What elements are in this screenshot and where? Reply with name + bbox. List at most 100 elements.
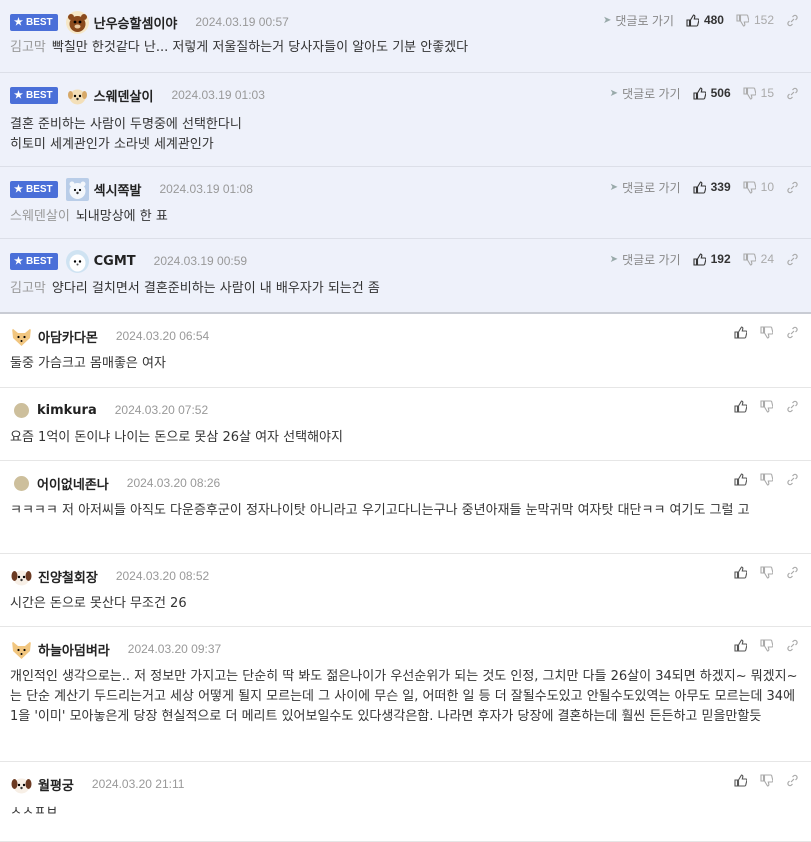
seal-icon[interactable]: [65, 249, 89, 273]
comment-text: ㅅㅅㅍㅂ: [10, 804, 58, 819]
link-icon[interactable]: [786, 326, 799, 339]
thumbs-up-icon: [693, 86, 706, 100]
comment-text: ㅋㅋㅋㅋ 저 아저씨들 아직도 다운증후군이 정자나이탓 아니라고 우기고다니는…: [10, 503, 750, 518]
nickname[interactable]: 진양철회장: [38, 567, 98, 586]
comment-date: 2024.03.20 08:52: [115, 569, 210, 583]
go-to-reply-link[interactable]: ➤ 댓글로 가기: [610, 179, 681, 196]
thumbs-down-icon[interactable]: [760, 400, 773, 413]
best-comment: ★ BEST 스웨덴살이 2024.03.19 01:03 ➤ 댓글로 가기 506…: [0, 73, 811, 167]
comment-text: 빡칠만 한것같다 난... 저렇게 저울질하는거 당사자들이 알아도 기분 안좋…: [51, 40, 469, 55]
nickname[interactable]: 어이없네존나: [37, 474, 109, 493]
thumbs-up-icon[interactable]: [734, 473, 747, 486]
fox-icon[interactable]: [10, 324, 33, 348]
comment: kimkura 2024.03.20 07:52 요즘 1억이 돈이냐 나이는 …: [0, 388, 811, 461]
link-icon[interactable]: [786, 400, 799, 413]
comment-date: 2024.03.20 09:37: [127, 642, 222, 656]
thumbs-down-icon: [743, 86, 756, 100]
downvote-button[interactable]: 10: [743, 180, 774, 194]
thumbs-up-icon[interactable]: [734, 639, 747, 652]
comment: 어이없네존나 2024.03.20 08:26 ㅋㅋㅋㅋ 저 아저씨들 아직도 …: [0, 461, 811, 554]
downvote-button[interactable]: 15: [743, 86, 774, 100]
nickname[interactable]: 월평궁: [38, 775, 74, 794]
upvote-button[interactable]: 506: [693, 86, 731, 100]
comment-date: 2024.03.20 06:54: [115, 329, 210, 343]
upvote-button[interactable]: 192: [693, 252, 731, 266]
send-icon: ➤: [609, 87, 619, 99]
nickname[interactable]: CGMT: [94, 254, 136, 269]
dog-icon[interactable]: [65, 83, 89, 107]
star-icon: ★: [14, 89, 23, 101]
thumbs-down-icon[interactable]: [760, 326, 773, 339]
comment-date: 2024.03.19 00:57: [195, 15, 289, 29]
best-comment: ★ BEST 난우승할셈이야 2024.03.19 00:57 ➤ 댓글로 가기 4…: [0, 0, 811, 73]
fox-icon[interactable]: [10, 637, 33, 661]
downvote-button[interactable]: 24: [743, 252, 774, 266]
comment-text: 결혼 준비하는 사람이 두명중에 선택한다니 히토미 세계관인가 소라넷 세계관…: [10, 117, 242, 152]
thumbs-down-icon: [736, 13, 749, 27]
comment-date: 2024.03.19 01:08: [159, 182, 253, 196]
nickname[interactable]: 아담카다몬: [38, 327, 98, 346]
link-icon[interactable]: [786, 473, 799, 486]
link-icon[interactable]: [786, 566, 799, 579]
mention[interactable]: 김고막: [10, 281, 46, 296]
comment-text: 요즘 1억이 돈이냐 나이는 돈으로 못삼 26살 여자 선택해야지: [10, 430, 343, 445]
thumbs-up-icon: [686, 13, 699, 27]
link-icon[interactable]: [786, 639, 799, 652]
link-icon[interactable]: [786, 253, 799, 266]
comment-text: 양다리 걸치면서 결혼준비하는 사람이 내 배우자가 되는건 좀: [51, 281, 380, 296]
comment: 진양철회장 2024.03.20 08:52 시간은 돈으로 못산다 무조건 2…: [0, 554, 811, 627]
go-to-reply-link[interactable]: ➤ 댓글로 가기: [610, 85, 681, 102]
thumbs-up-icon[interactable]: [734, 326, 747, 339]
downvote-button[interactable]: 152: [736, 13, 774, 27]
nickname[interactable]: 하늘아덤벼라: [38, 640, 110, 659]
link-icon[interactable]: [786, 14, 799, 27]
thumbs-down-icon[interactable]: [760, 566, 773, 579]
nickname[interactable]: 섹시쪽발: [94, 180, 142, 199]
star-icon: ★: [14, 16, 23, 28]
nickname[interactable]: 스웨덴살이: [94, 86, 154, 105]
comment-date: 2024.03.20 07:52: [114, 403, 209, 417]
thumbs-up-icon: [693, 252, 706, 266]
star-icon: ★: [14, 255, 23, 267]
thumbs-up-icon[interactable]: [734, 774, 747, 787]
comment-date: 2024.03.19 00:59: [153, 254, 248, 268]
bear-icon[interactable]: [65, 10, 89, 34]
link-icon[interactable]: [786, 87, 799, 100]
avatar[interactable]: [14, 402, 29, 418]
upvote-button[interactable]: 480: [686, 13, 724, 27]
nickname[interactable]: 난우승할셈이야: [94, 13, 178, 32]
mention[interactable]: 김고막: [10, 40, 46, 55]
go-to-reply-link[interactable]: ➤ 댓글로 가기: [603, 12, 674, 29]
thumbs-down-icon[interactable]: [760, 774, 773, 787]
comment: 아담카다몬 2024.03.20 06:54 둘중 가슴크고 몸매좋은 여자: [0, 314, 811, 388]
best-badge: ★ BEST: [10, 180, 58, 198]
best-badge: ★ BEST: [10, 252, 58, 270]
upvote-button[interactable]: 339: [693, 180, 731, 194]
best-badge: ★ BEST: [10, 86, 58, 104]
best-badge: ★ BEST: [10, 13, 58, 31]
thumbs-down-icon: [743, 180, 756, 194]
comment: 하늘아덤벼라 2024.03.20 09:37 개인적인 생각으로는.. 저 정…: [0, 627, 811, 762]
send-icon: ➤: [603, 14, 612, 26]
comment-list: ★ BEST 난우승할셈이야 2024.03.19 00:57 ➤ 댓글로 가기 4…: [0, 0, 811, 842]
thumbs-down-icon[interactable]: [760, 473, 773, 486]
send-icon: ➤: [609, 181, 619, 193]
thumbs-up-icon[interactable]: [734, 400, 747, 413]
star-icon: ★: [14, 183, 23, 195]
thumbs-down-icon[interactable]: [760, 639, 773, 652]
thumbs-up-icon[interactable]: [734, 566, 747, 579]
send-icon: ➤: [609, 253, 619, 265]
polar-bear-icon[interactable]: [65, 177, 89, 201]
comment-text: 뇌내망상에 한 표: [75, 209, 168, 224]
thumbs-up-icon: [693, 180, 706, 194]
comment-date: 2024.03.20 21:11: [91, 777, 185, 791]
dog2-icon[interactable]: [10, 564, 33, 588]
go-to-reply-link[interactable]: ➤ 댓글로 가기: [610, 251, 681, 268]
avatar[interactable]: [14, 475, 29, 491]
nickname[interactable]: kimkura: [37, 403, 97, 418]
link-icon[interactable]: [786, 774, 799, 787]
link-icon[interactable]: [786, 181, 799, 194]
mention[interactable]: 스웨덴살이: [10, 209, 70, 224]
dog2-icon[interactable]: [10, 772, 33, 796]
comment-text: 시간은 돈으로 못산다 무조건 26: [10, 596, 187, 611]
